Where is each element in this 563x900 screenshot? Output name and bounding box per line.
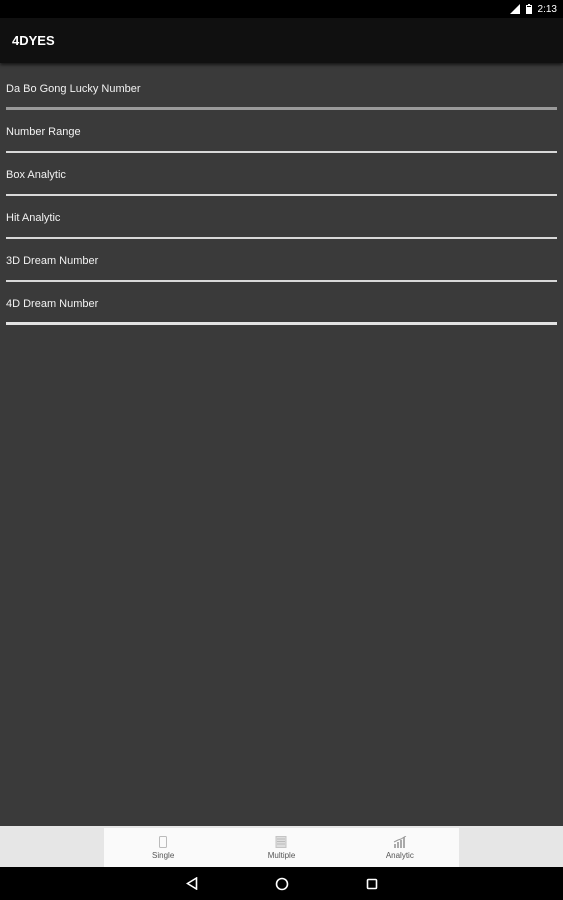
menu-item-box-analytic[interactable]: Box Analytic (0, 153, 563, 196)
tab-multiple[interactable]: Multiple (222, 828, 340, 867)
menu-item-label: 3D Dream Number (6, 254, 99, 267)
recents-icon[interactable] (327, 878, 417, 890)
signal-icon (509, 4, 520, 14)
menu-item-hit-analytic[interactable]: Hit Analytic (0, 196, 563, 239)
menu-item-label: Hit Analytic (6, 211, 61, 224)
status-bar: 2:13 (0, 0, 563, 18)
menu-item-4d-dream-number[interactable]: 4D Dream Number (0, 282, 563, 325)
single-icon (158, 835, 168, 848)
app-bar: 4DYES (0, 18, 563, 63)
menu-item-label: Number Range (6, 125, 81, 138)
status-time: 2:13 (537, 3, 557, 15)
bottom-nav: Single Multiple Analytic (0, 826, 563, 867)
menu-item-3d-dream-number[interactable]: 3D Dream Number (0, 239, 563, 282)
app-title: 4DYES (12, 33, 55, 48)
home-icon[interactable] (237, 877, 327, 891)
multiple-icon (275, 835, 287, 848)
tab-label: Analytic (385, 850, 414, 860)
system-nav-bar (0, 867, 563, 900)
menu-item-label: 4D Dream Number (6, 297, 99, 310)
menu-item-label: Da Bo Gong Lucky Number (6, 82, 141, 95)
back-icon[interactable] (147, 877, 237, 890)
battery-icon (525, 4, 532, 14)
menu-item-label: Box Analytic (6, 168, 66, 181)
analytic-icon (393, 835, 407, 848)
tab-single[interactable]: Single (104, 828, 222, 867)
tab-label: Multiple (267, 850, 296, 860)
menu-list: Da Bo Gong Lucky Number Number Range Box… (0, 67, 563, 325)
menu-item-da-bo-gong-lucky-number[interactable]: Da Bo Gong Lucky Number (0, 67, 563, 110)
bottom-nav-tabs: Single Multiple Analytic (104, 828, 459, 867)
tab-analytic[interactable]: Analytic (341, 828, 459, 867)
tab-label: Single (152, 850, 175, 860)
menu-item-number-range[interactable]: Number Range (0, 110, 563, 153)
